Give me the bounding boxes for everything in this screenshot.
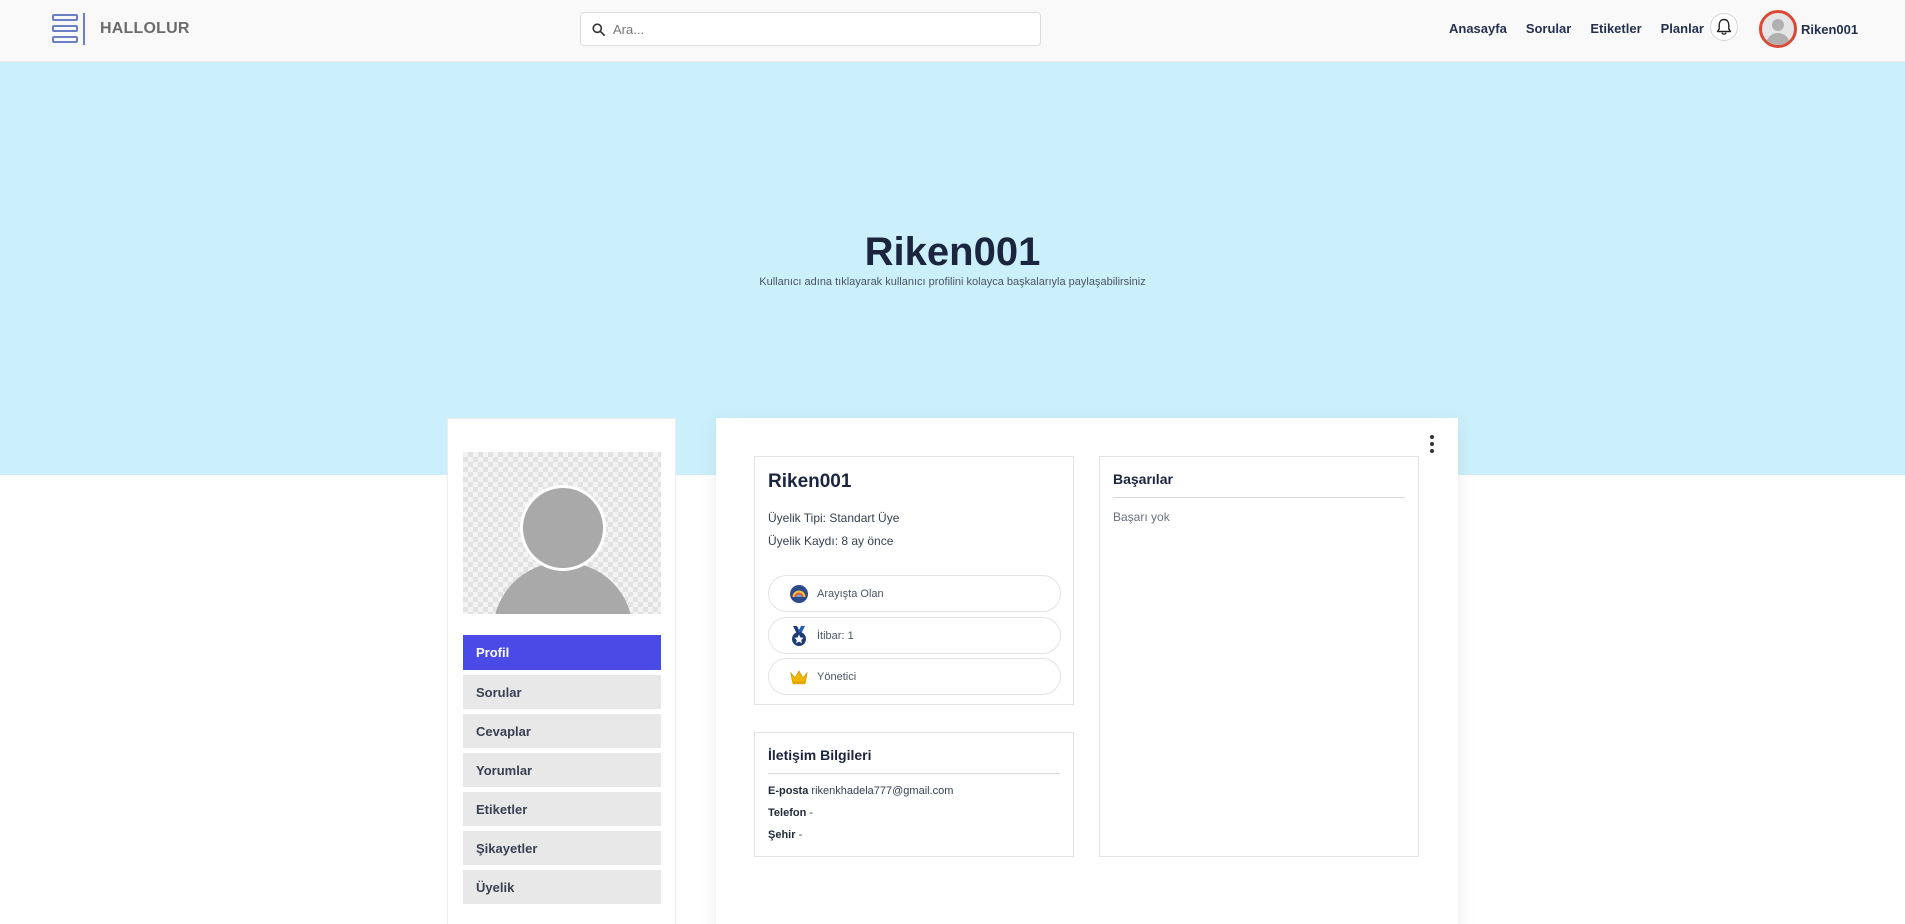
contact-info-card: İletişim Bilgileri E-posta rikenkhadela7… xyxy=(754,732,1074,857)
badge-seeker: Arayışta Olan xyxy=(768,575,1061,612)
email-value: rikenkhadela777@gmail.com xyxy=(811,785,954,797)
hero-subtitle: Kullanıcı adına tıklayarak kullanıcı pro… xyxy=(759,276,1146,288)
badge-admin-label: Yönetici xyxy=(817,670,857,683)
city-label: Şehir xyxy=(768,829,796,841)
search-input[interactable] xyxy=(613,21,1013,37)
city-value: - xyxy=(798,829,803,841)
sidebar-item-membership[interactable]: Üyelik xyxy=(463,870,661,904)
nav-questions[interactable]: Sorular xyxy=(1526,21,1572,36)
crown-icon xyxy=(790,669,808,684)
achievements-divider xyxy=(1113,497,1405,498)
contact-title: İletişim Bilgileri xyxy=(768,747,872,763)
nav-tags[interactable]: Etiketler xyxy=(1590,21,1641,36)
kebab-icon xyxy=(1430,435,1434,439)
profile-info-card: Riken001 Üyelik Tipi: Standart Üye Üyeli… xyxy=(754,456,1074,705)
logo-icon xyxy=(50,13,85,45)
main-nav: Anasayfa Sorular Etiketler Planlar xyxy=(1449,21,1704,36)
user-avatar[interactable] xyxy=(1759,10,1797,48)
top-navbar: HALLOLUR Anasayfa Sorular Etiketler Plan… xyxy=(0,0,1905,62)
profile-name: Riken001 xyxy=(768,471,852,492)
more-options-button[interactable] xyxy=(1424,434,1440,454)
search-icon xyxy=(592,22,605,36)
profile-sidebar: Profil Sorular Cevaplar Yorumlar Etiketl… xyxy=(447,418,676,924)
sidebar-item-complaints[interactable]: Şikayetler xyxy=(463,831,661,865)
achievements-card: Başarılar Başarı yok xyxy=(1099,456,1419,857)
sidebar-item-answers[interactable]: Cevaplar xyxy=(463,714,661,748)
contact-city: Şehir - xyxy=(768,829,802,841)
nav-plans[interactable]: Planlar xyxy=(1661,21,1704,36)
profile-content: Riken001 Üyelik Tipi: Standart Üye Üyeli… xyxy=(716,418,1458,924)
contact-divider xyxy=(768,773,1060,774)
seeker-badge-icon xyxy=(790,584,808,603)
search-box[interactable] xyxy=(580,12,1041,46)
badge-admin: Yönetici xyxy=(768,658,1061,695)
badge-reputation: İtibar: 1 xyxy=(768,617,1061,654)
sidebar-item-questions[interactable]: Sorular xyxy=(463,675,661,709)
achievements-title: Başarılar xyxy=(1113,471,1173,487)
badge-seeker-label: Arayışta Olan xyxy=(817,587,884,600)
profile-menu: Profil Sorular Cevaplar Yorumlar Etiketl… xyxy=(463,635,661,909)
membership-date: Üyelik Kaydı: 8 ay önce xyxy=(768,534,894,548)
notifications-button[interactable] xyxy=(1710,13,1738,41)
sidebar-item-profile[interactable]: Profil xyxy=(463,635,661,670)
hero-username[interactable]: Riken001 xyxy=(0,230,1905,275)
email-label: E-posta xyxy=(768,785,809,797)
user-name[interactable]: Riken001 xyxy=(1801,22,1858,37)
sidebar-item-tags[interactable]: Etiketler xyxy=(463,792,661,826)
achievements-empty: Başarı yok xyxy=(1113,510,1170,524)
phone-label: Telefon xyxy=(768,807,807,819)
contact-email: E-posta rikenkhadela777@gmail.com xyxy=(768,785,953,797)
bell-icon xyxy=(1716,18,1732,35)
brand-logo[interactable]: HALLOLUR xyxy=(50,13,190,45)
contact-phone: Telefon - xyxy=(768,807,813,819)
phone-value: - xyxy=(809,807,814,819)
badge-reputation-label: İtibar: 1 xyxy=(817,629,854,642)
sidebar-item-comments[interactable]: Yorumlar xyxy=(463,753,661,787)
nav-home[interactable]: Anasayfa xyxy=(1449,21,1507,36)
profile-avatar xyxy=(463,452,661,614)
user-menu[interactable]: Riken001 xyxy=(1759,10,1858,48)
brand-name: HALLOLUR xyxy=(100,20,190,37)
medal-icon xyxy=(792,625,806,646)
membership-type: Üyelik Tipi: Standart Üye xyxy=(768,511,900,525)
